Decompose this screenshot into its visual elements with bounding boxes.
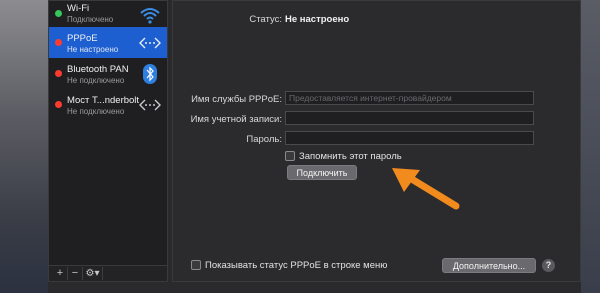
service-item-thunderbolt-bridge[interactable]: Мост T...nderbolt Не подключено [49,89,167,120]
status-dot-red [55,101,62,108]
help-button[interactable]: ? [542,259,555,272]
status-dot-red [55,70,62,77]
desktop-wallpaper-left [0,0,48,293]
service-name-field[interactable]: Предоставляется интернет-провайдером [285,91,534,105]
connection-arrows-icon [139,37,161,49]
service-item-pppoe[interactable]: PPPoE Не настроено [49,27,167,58]
connection-arrows-icon [139,99,161,111]
service-item-wifi[interactable]: Wi-Fi Подключено [49,1,167,27]
service-name-label: Имя службы PPPoE: [191,94,282,105]
status-label: Статус: [249,14,282,25]
advanced-button[interactable]: Дополнительно... [442,258,536,273]
status-dot-red [55,39,62,46]
pppoe-config-panel: Статус: Не настроено Имя службы PPPoE: П… [172,0,581,282]
remove-service-button[interactable]: − [68,267,83,280]
show-status-label: Показывать статус PPPoE в строке меню [205,260,388,271]
password-field[interactable] [285,131,534,145]
service-item-bluetooth-pan[interactable]: Bluetooth PAN Не подключено [49,58,167,89]
gear-menu-button[interactable]: ⚙▾ [83,267,103,280]
password-label: Пароль: [246,134,282,145]
remember-password-label: Запомнить этот пароль [299,151,402,162]
status-value: Не настроено [285,14,350,25]
annotation-arrow-icon [392,168,460,210]
desktop-wallpaper-right [580,0,600,293]
account-name-label: Имя учетной записи: [190,114,282,125]
wifi-icon [140,8,160,24]
connect-button[interactable]: Подключить [287,165,357,180]
service-list: Wi-Fi Подключено PPPoE Не настроено Blue… [48,0,168,282]
status-dot-green [55,10,62,17]
remember-password-checkbox[interactable] [285,151,295,161]
add-service-button[interactable]: + [53,267,68,280]
service-list-toolbar: + − ⚙▾ [49,265,167,281]
network-preferences-window: Wi-Fi Подключено PPPoE Не настроено Blue… [48,0,581,293]
show-status-checkbox[interactable] [191,260,201,270]
bluetooth-icon [143,64,157,84]
account-name-field[interactable] [285,111,534,125]
